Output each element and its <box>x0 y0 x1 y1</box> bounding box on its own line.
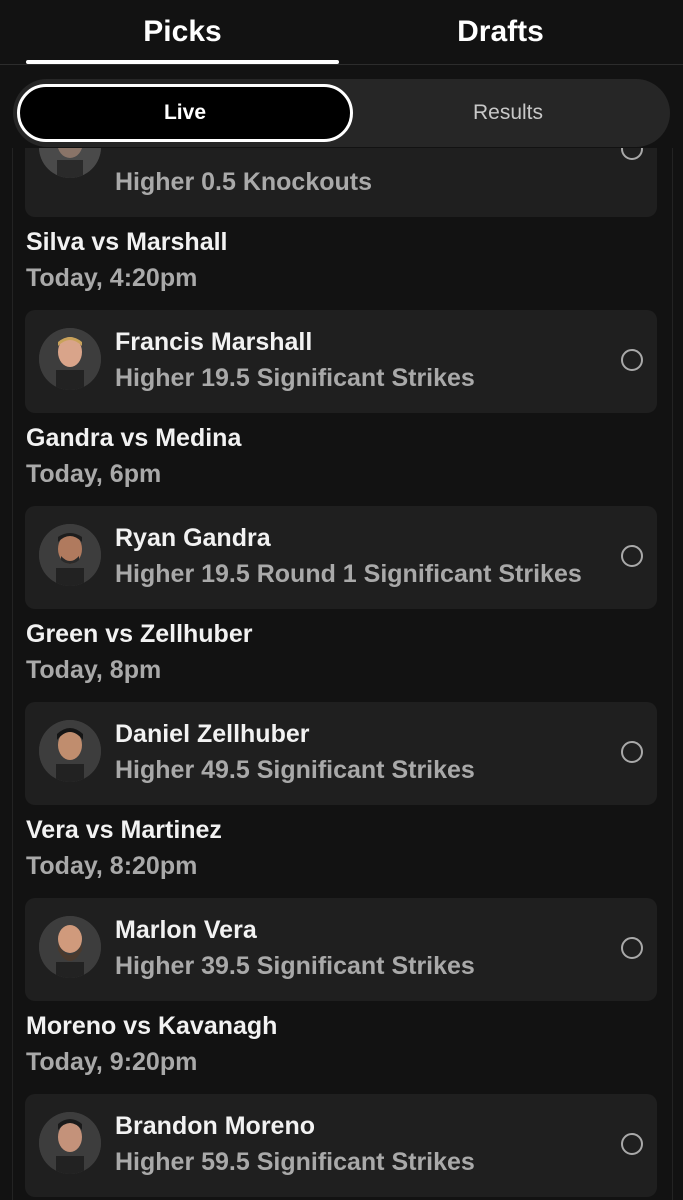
pick-description: Higher 59.5 Significant Strikes <box>115 1148 475 1176</box>
radio-unselected-icon[interactable] <box>621 545 643 567</box>
match-title: Vera vs Martinez <box>26 816 222 844</box>
pick-description: Higher 19.5 Round 1 Significant Strikes <box>115 560 582 588</box>
fighter-avatar <box>39 1112 101 1174</box>
tab-picks[interactable]: Picks <box>26 12 339 52</box>
player-name: Brandon Moreno <box>115 1112 315 1140</box>
player-name: Daniel Zellhuber <box>115 720 310 748</box>
pick-card[interactable]: Brandon Moreno Higher 59.5 Significant S… <box>25 1094 657 1197</box>
segment-live[interactable]: Live <box>17 84 353 142</box>
live-results-toggle: Live Results <box>13 79 670 147</box>
match-title: Green vs Zellhuber <box>26 620 253 648</box>
pick-description: Higher 49.5 Significant Strikes <box>115 756 475 784</box>
radio-unselected-icon[interactable] <box>621 1133 643 1155</box>
match-title: Moreno vs Kavanagh <box>26 1012 278 1040</box>
radio-unselected-icon[interactable] <box>621 741 643 763</box>
match-title: Gandra vs Medina <box>26 424 242 452</box>
fighter-avatar <box>39 524 101 586</box>
tab-drafts[interactable]: Drafts <box>344 12 657 52</box>
player-name: Ryan Gandra <box>115 524 271 552</box>
pick-card[interactable]: Daniel Zellhuber Higher 49.5 Significant… <box>25 702 657 805</box>
player-name: Marlon Vera <box>115 916 257 944</box>
radio-unselected-icon[interactable] <box>621 349 643 371</box>
pick-description: Higher 19.5 Significant Strikes <box>115 364 475 392</box>
fighter-avatar <box>39 328 101 390</box>
fighter-avatar <box>39 916 101 978</box>
fighter-avatar <box>39 148 101 178</box>
match-time: Today, 8pm <box>26 656 162 684</box>
match-time: Today, 8:20pm <box>26 852 198 880</box>
active-tab-indicator <box>26 60 339 64</box>
match-time: Today, 9:20pm <box>26 1048 198 1076</box>
segment-results[interactable]: Results <box>350 85 666 141</box>
pick-card[interactable]: Higher 0.5 Knockouts <box>25 148 657 217</box>
radio-unselected-icon[interactable] <box>621 937 643 959</box>
player-name: Francis Marshall <box>115 328 313 356</box>
match-title: Silva vs Marshall <box>26 228 228 256</box>
pick-card[interactable]: Ryan Gandra Higher 19.5 Round 1 Signific… <box>25 506 657 609</box>
match-time: Today, 6pm <box>26 460 162 488</box>
pick-card[interactable]: Marlon Vera Higher 39.5 Significant Stri… <box>25 898 657 1001</box>
pick-card[interactable]: Francis Marshall Higher 19.5 Significant… <box>25 310 657 413</box>
radio-unselected-icon[interactable] <box>621 148 643 160</box>
pick-description: Higher 0.5 Knockouts <box>115 168 372 196</box>
top-tab-bar: Picks Drafts <box>0 0 683 65</box>
match-time: Today, 4:20pm <box>26 264 198 292</box>
fighter-avatar <box>39 720 101 782</box>
picks-list[interactable]: Higher 0.5 Knockouts Silva vs Marshall T… <box>0 148 683 1200</box>
pick-description: Higher 39.5 Significant Strikes <box>115 952 475 980</box>
